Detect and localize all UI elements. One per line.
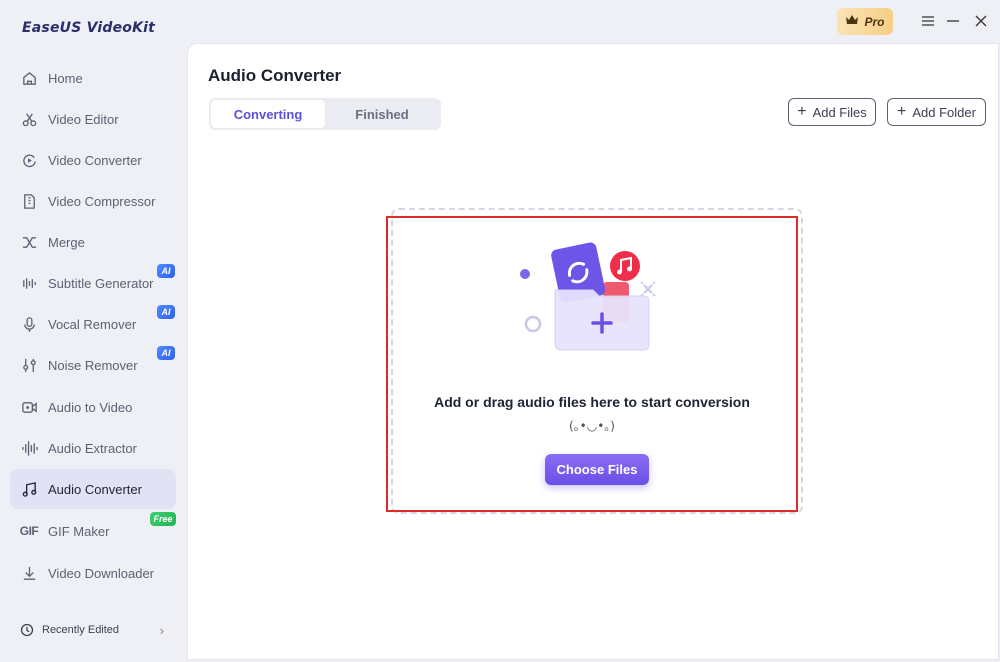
- minimize-icon[interactable]: [943, 11, 963, 31]
- sidebar-item-label: Subtitle Generator: [48, 275, 154, 291]
- sidebar-item-label: Video Editor: [48, 111, 119, 127]
- sliders-icon: [20, 356, 38, 374]
- free-badge: Free: [150, 512, 176, 526]
- convert-icon: [20, 151, 38, 169]
- sidebar-item-audio-converter[interactable]: Audio Converter: [10, 469, 176, 509]
- chevron-right-icon: ›: [159, 622, 164, 638]
- close-icon[interactable]: [971, 11, 991, 31]
- ai-badge: AI: [157, 346, 175, 360]
- sidebar-item-label: Video Downloader: [48, 565, 154, 581]
- sidebar-item-label: Audio Converter: [48, 481, 142, 497]
- recently-edited-label: Recently Edited: [42, 624, 120, 636]
- main-panel: Audio Converter Converting Finished + Ad…: [187, 43, 999, 660]
- scissors-icon: [20, 110, 38, 128]
- dot-icon: [520, 269, 530, 279]
- add-files-label: Add Files: [812, 104, 867, 120]
- pro-label: Pro: [864, 14, 885, 29]
- hamburger-icon[interactable]: [918, 11, 938, 31]
- home-icon: [20, 69, 38, 87]
- sidebar-item-audio-to-video[interactable]: Audio to Video: [10, 387, 176, 427]
- music-badge-icon: [610, 251, 640, 281]
- tab-converting[interactable]: Converting: [211, 100, 325, 128]
- sidebar-item-video-editor[interactable]: Video Editor: [10, 99, 176, 139]
- sidebar-item-noise-remover[interactable]: Noise Remover: [10, 345, 176, 385]
- kaomoji: (｡•◡•｡): [569, 419, 615, 433]
- app-logo: EaseUS VideoKit: [22, 20, 156, 36]
- drop-instruction: Add or drag audio files here to start co…: [434, 394, 750, 410]
- sidebar-item-video-downloader[interactable]: Video Downloader: [10, 553, 176, 593]
- clock-icon: [20, 623, 34, 637]
- choose-files-button[interactable]: Choose Files: [545, 454, 649, 485]
- ring-icon: [524, 315, 542, 333]
- sidebar-item-label: Video Converter: [48, 152, 142, 168]
- sidebar-item-label: Noise Remover: [48, 357, 138, 373]
- microphone-icon: [20, 315, 38, 333]
- sidebar-item-label: Video Compressor: [48, 193, 156, 209]
- add-files-button[interactable]: + Add Files: [788, 98, 876, 126]
- sidebar-item-vocal-remover[interactable]: Vocal Remover: [10, 304, 176, 344]
- compress-icon: [20, 192, 38, 210]
- sidebar-item-label: Home: [48, 70, 83, 86]
- plus-icon: +: [797, 103, 807, 120]
- sidebar-item-label: GIF Maker: [48, 523, 110, 539]
- gif-icon: GIF: [19, 524, 39, 538]
- sidebar-item-video-compressor[interactable]: Video Compressor: [10, 181, 176, 221]
- subtitle-icon: [20, 274, 38, 292]
- add-folder-label: Add Folder: [912, 104, 976, 120]
- sidebar-item-home[interactable]: Home: [10, 58, 176, 98]
- sidebar-item-label: Audio Extractor: [48, 440, 137, 456]
- ai-badge: AI: [157, 264, 175, 278]
- ai-badge: AI: [157, 305, 175, 319]
- sidebar-item-label: Audio to Video: [48, 399, 133, 415]
- add-folder-button[interactable]: + Add Folder: [887, 98, 986, 126]
- waveform-icon: [20, 439, 38, 457]
- sidebar-item-merge[interactable]: Merge: [10, 222, 176, 262]
- music-note-icon: [20, 480, 38, 498]
- merge-icon: [20, 233, 38, 251]
- download-icon: [20, 564, 38, 582]
- tab-bar: Converting Finished: [209, 98, 441, 130]
- crown-icon: [845, 14, 859, 29]
- folder-illustration: [511, 232, 671, 362]
- recently-edited[interactable]: Recently Edited ›: [10, 616, 176, 644]
- sidebar-item-audio-extractor[interactable]: Audio Extractor: [10, 428, 176, 468]
- sidebar-item-label: Vocal Remover: [48, 316, 137, 332]
- sidebar-item-video-converter[interactable]: Video Converter: [10, 140, 176, 180]
- sidebar-item-label: Merge: [48, 234, 85, 250]
- page-title: Audio Converter: [208, 66, 342, 85]
- pro-upgrade-button[interactable]: Pro: [837, 8, 893, 35]
- sidebar-item-subtitle-generator[interactable]: Subtitle Generator: [10, 263, 176, 303]
- video-camera-icon: [20, 398, 38, 416]
- tab-finished[interactable]: Finished: [325, 100, 439, 128]
- plus-icon: +: [897, 103, 907, 120]
